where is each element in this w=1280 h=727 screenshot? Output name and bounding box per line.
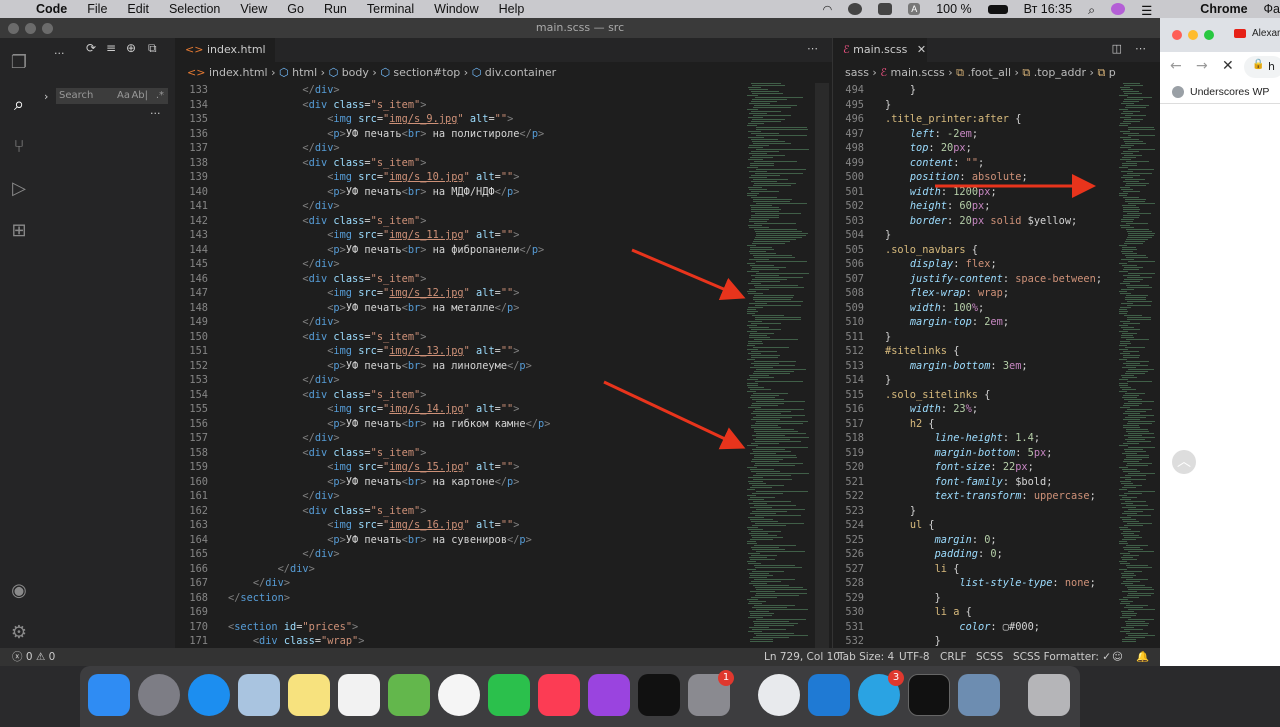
feedback-icon[interactable]: ☺ — [1112, 648, 1123, 666]
eol[interactable]: CRLF — [940, 648, 967, 666]
menu-file[interactable]: File — [87, 2, 107, 16]
menu-go[interactable]: Go — [287, 2, 304, 16]
cloud-icon[interactable] — [848, 3, 863, 15]
terminal-icon[interactable] — [908, 674, 950, 716]
app-menu[interactable]: Code — [36, 2, 67, 16]
zoom-window-button[interactable] — [1204, 30, 1214, 40]
scroll-top-icon[interactable]: ︿ — [1172, 450, 1196, 474]
telegram-icon[interactable]: 3 — [858, 670, 904, 716]
url-text: h — [1268, 60, 1275, 73]
errors-count: 0 — [25, 651, 33, 663]
system-preferences-icon[interactable]: 1 — [688, 670, 734, 716]
clock[interactable]: Вт 16:35 — [1024, 2, 1072, 16]
chrome-app-menu[interactable]: Chrome — [1200, 2, 1247, 16]
warnings-count: 0 — [48, 651, 56, 663]
maps-icon[interactable] — [388, 674, 430, 716]
spotlight-icon[interactable]: ⌕ — [1088, 3, 1095, 17]
forward-icon[interactable]: → — [1196, 58, 1208, 74]
music-icon[interactable] — [538, 674, 580, 716]
back-icon[interactable]: ← — [1170, 58, 1182, 74]
battery-percent[interactable]: 100 % — [936, 2, 971, 16]
vscode-icon[interactable] — [808, 674, 850, 716]
telegram-badge: 3 — [888, 670, 904, 686]
macos-dock: 1 3 — [80, 666, 1080, 727]
notifications-icon[interactable]: 🔔 — [1136, 648, 1149, 666]
menu-selection[interactable]: Selection — [169, 2, 220, 16]
notes-icon[interactable] — [288, 674, 330, 716]
tab-size[interactable]: Tab Size: 4 — [838, 648, 894, 666]
facetime-icon[interactable] — [488, 674, 530, 716]
formatter-status[interactable]: SCSS Formatter: ✓ — [1013, 648, 1111, 666]
bookmarks-bar: Underscores WP — [1160, 82, 1280, 104]
trash-icon[interactable] — [1028, 674, 1070, 716]
bookmark-underscores[interactable]: Underscores WP — [1190, 86, 1269, 98]
youtube-icon — [1234, 29, 1246, 38]
menu-terminal[interactable]: Terminal — [367, 2, 414, 16]
close-window-button[interactable] — [1172, 30, 1182, 40]
safari-icon[interactable] — [188, 674, 230, 716]
mail-icon[interactable] — [238, 674, 280, 716]
menu-view[interactable]: View — [240, 2, 267, 16]
menu-run[interactable]: Run — [324, 2, 347, 16]
battery-icon[interactable] — [987, 4, 1008, 14]
arrow-1 — [631, 248, 746, 300]
menu-help[interactable]: Help — [499, 2, 525, 16]
siri-icon[interactable] — [1111, 3, 1126, 15]
problems-status[interactable]: ⓧ 0 ⚠ 0 — [12, 648, 55, 666]
annotation-arrows — [603, 174, 1096, 450]
tab-title[interactable]: Alexar — [1252, 28, 1280, 39]
chrome-window: Alexar ← → ✕ 🔒 h Underscores WP ︿ — [1160, 18, 1280, 666]
omnibox[interactable]: 🔒 h — [1244, 56, 1280, 78]
preview-icon[interactable] — [958, 674, 1000, 716]
lock-icon: 🔒 — [1252, 59, 1265, 70]
minimize-window-button[interactable] — [1188, 30, 1198, 40]
settings-badge: 1 — [718, 670, 734, 686]
chrome-file-menu[interactable]: Фа — [1264, 2, 1280, 16]
status-bar: ⓧ 0 ⚠ 0 Ln 729, Col 10 Tab Size: 4 UTF-8… — [0, 648, 1160, 666]
reminders-icon[interactable] — [338, 674, 380, 716]
vscode-window: main.scss — src ❐ ⌕ ⑂ ▷ ⊞ ◉ ⚙ ... ⟳ ≡ ⊕ … — [0, 18, 1160, 666]
podcasts-icon[interactable] — [588, 674, 630, 716]
menu-window[interactable]: Window — [434, 2, 478, 16]
encoding[interactable]: UTF-8 — [899, 648, 930, 666]
control-center-icon[interactable]: ☰ — [1141, 3, 1152, 18]
macos-menubar: Code File Edit Selection View Go Run Ter… — [0, 0, 1280, 18]
language-mode[interactable]: SCSS — [976, 648, 1003, 666]
cursor-position[interactable]: Ln 729, Col 10 — [764, 648, 840, 666]
chrome-tabstrip: Alexar — [1160, 18, 1280, 52]
chrome-icon[interactable] — [758, 674, 800, 716]
input-source-icon[interactable]: A — [908, 3, 921, 15]
finder-icon[interactable] — [88, 674, 130, 716]
photos-icon[interactable] — [438, 674, 480, 716]
arrow-2 — [603, 380, 746, 450]
launchpad-icon[interactable] — [138, 674, 180, 716]
chrome-toolbar: ← → ✕ 🔒 h — [1160, 52, 1280, 82]
stop-icon[interactable]: ✕ — [1222, 58, 1234, 74]
media-icon[interactable] — [878, 3, 893, 15]
menu-edit[interactable]: Edit — [127, 2, 149, 16]
tv-icon[interactable] — [638, 674, 680, 716]
bookmark-favicon — [1172, 86, 1184, 98]
wifi-icon[interactable]: ◠ — [823, 3, 833, 16]
